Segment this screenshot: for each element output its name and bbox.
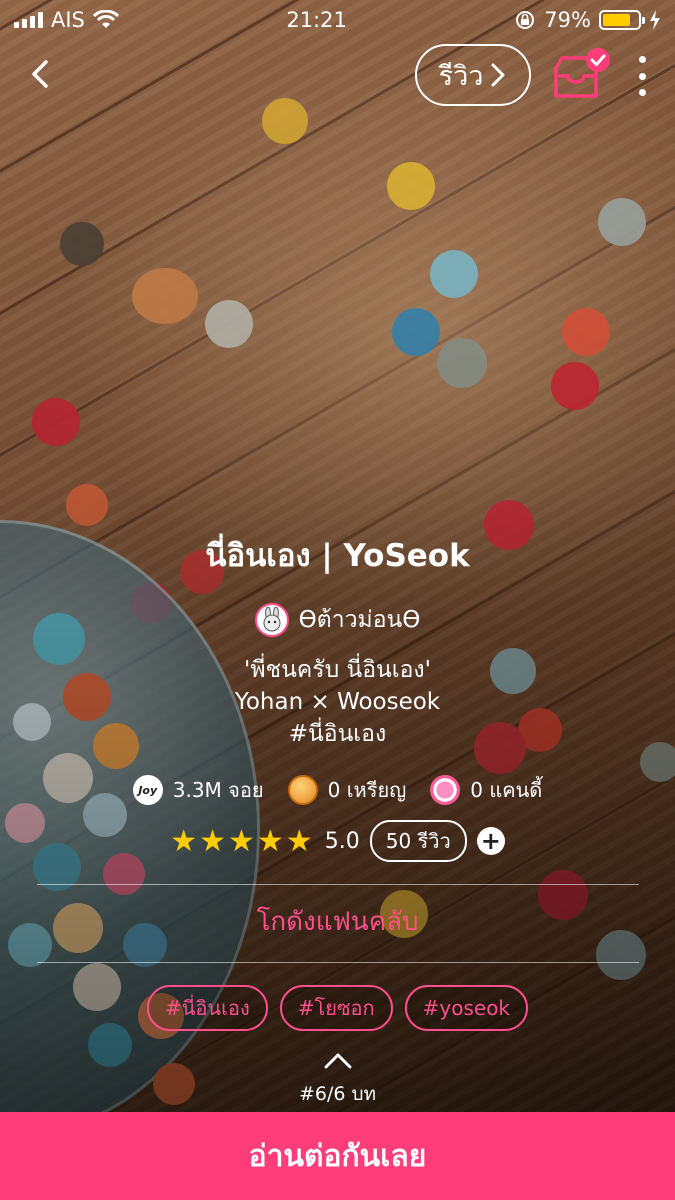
chevron-right-icon xyxy=(491,63,505,87)
story-title: นี่อินเอง | YoSeok xyxy=(205,538,470,574)
author-avatar xyxy=(254,603,289,637)
more-options-button[interactable] xyxy=(628,52,656,100)
rabbit-avatar-icon xyxy=(263,607,281,632)
continue-reading-button[interactable]: อ่านต่อกันเลย xyxy=(0,1112,675,1200)
synopsis-line: 'พี่ชนครับ นี่อินเอง' xyxy=(244,657,431,683)
review-button-label: รีวิว xyxy=(438,60,484,92)
battery-icon xyxy=(598,10,645,30)
review-button[interactable]: รีวิว xyxy=(415,44,531,106)
battery-percent: 79% xyxy=(544,8,591,32)
tag-list: #นี่อินเอง #โยซอก #yoseok xyxy=(0,985,675,1031)
status-right: 79% xyxy=(514,8,661,32)
candy-icon xyxy=(430,775,461,805)
charging-bolt-icon xyxy=(649,10,660,30)
back-button[interactable] xyxy=(22,54,62,94)
synopsis-line: Yohan × Wooseok xyxy=(234,689,441,715)
signal-icon xyxy=(14,12,43,28)
clock: 21:21 xyxy=(286,8,347,32)
add-review-button[interactable]: + xyxy=(476,827,505,855)
star-rating: ★★★★★ xyxy=(170,823,315,859)
tag-chip[interactable]: #yoseok xyxy=(404,985,529,1031)
joy-count: 3.3M จอย xyxy=(172,778,264,802)
shelf-check-icon xyxy=(554,48,610,98)
chevron-up-icon xyxy=(324,1053,351,1069)
candy-count: 0 แคนดี้ xyxy=(470,778,543,802)
divider xyxy=(36,962,639,963)
status-bar: AIS 21:21 79% xyxy=(0,0,675,40)
more-vertical-icon xyxy=(638,56,646,63)
episode-count: #6/6 บท xyxy=(298,1083,377,1105)
chevron-left-icon xyxy=(32,60,48,88)
author-link[interactable]: ϴต้าวม่อนϴ xyxy=(0,602,675,638)
synopsis: 'พี่ชนครับ นี่อินเอง' Yohan × Wooseok #น… xyxy=(0,654,675,750)
orientation-lock-icon xyxy=(516,11,535,29)
story-info: นี่อินเอง | YoSeok ϴต้าวม่อนϴ 'พี่ชนครับ… xyxy=(0,520,675,1109)
add-to-shelf-button[interactable] xyxy=(550,46,614,104)
rating-row: ★★★★★ 5.0 50 รีวิว + xyxy=(0,820,675,862)
tag-chip[interactable]: #โยซอก xyxy=(279,985,393,1031)
status-left: AIS xyxy=(14,8,119,32)
rating-score: 5.0 xyxy=(324,828,360,854)
fanclub-link[interactable]: โกดังแฟนคลับ xyxy=(0,885,675,962)
wifi-icon xyxy=(92,10,119,28)
coin-icon xyxy=(287,775,318,805)
tag-chip[interactable]: #นี่อินเอง xyxy=(146,985,268,1031)
carrier-name: AIS xyxy=(51,8,85,32)
joy-icon: Joy xyxy=(132,775,163,805)
expand-button[interactable] xyxy=(322,1051,354,1071)
author-name: ϴต้าวม่อนϴ xyxy=(298,607,421,633)
nav-bar: รีวิว xyxy=(0,40,675,112)
battery-fill xyxy=(602,14,630,26)
coin-count: 0 เหรียญ xyxy=(327,778,407,802)
synopsis-line: #นี่อินเอง xyxy=(288,721,387,747)
stats-row: Joy 3.3M จอย 0 เหรียญ 0 แคนดี้ xyxy=(0,774,675,806)
review-count-button[interactable]: 50 รีวิว xyxy=(369,820,467,862)
